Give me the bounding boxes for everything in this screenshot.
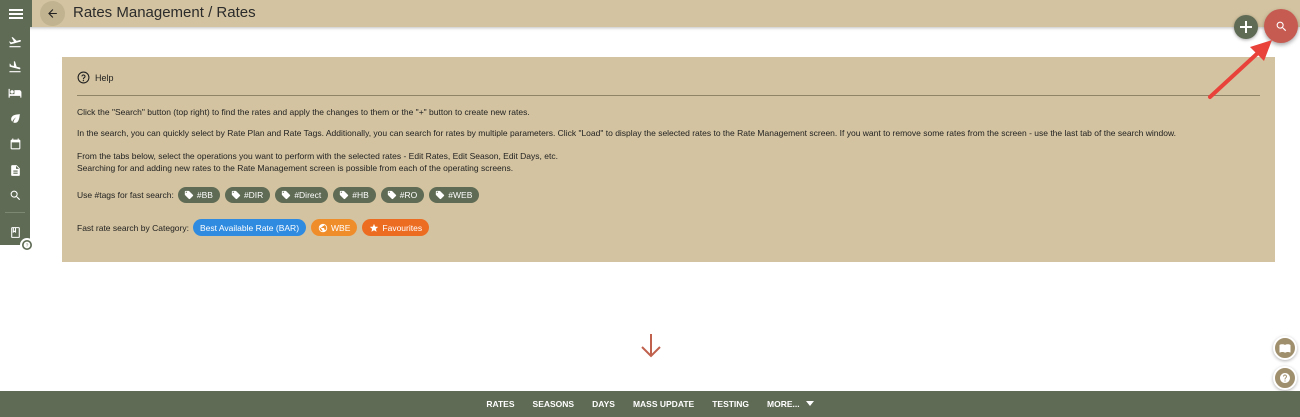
tag-chip-web[interactable]: #WEB: [429, 187, 480, 203]
tag-icon: [387, 190, 396, 200]
book-icon: [10, 226, 20, 238]
tag-chip-label: #RO: [399, 190, 418, 200]
hotel-bed-icon: [8, 88, 22, 98]
tag-chip-label: #WEB: [448, 190, 473, 200]
category-label: Fast rate search by Category:: [77, 222, 189, 233]
flight-landing-icon: [9, 61, 21, 73]
back-button[interactable]: [40, 1, 65, 26]
tab-mass-update[interactable]: MASS UPDATE: [624, 399, 703, 409]
sidebar-info-badge[interactable]: ?: [20, 238, 34, 252]
category-chip-label: Best Available Rate (BAR): [199, 222, 300, 233]
category-chip-favourites[interactable]: Favourites: [362, 219, 430, 236]
document-icon: [10, 164, 20, 176]
help-paragraph-2: In the search, you can quickly select by…: [77, 128, 1177, 138]
globe-icon: [318, 223, 328, 232]
help-circle-icon: [77, 71, 90, 84]
leaf-icon: [10, 113, 20, 123]
sidebar-item-documents[interactable]: [4, 159, 26, 181]
book-open-icon: [1279, 344, 1291, 353]
category-chip-label: Favourites: [382, 222, 423, 233]
sidebar-divider: [5, 212, 25, 213]
hamburger-menu-button[interactable]: [0, 0, 32, 27]
help-paragraph-3-line-2: Searching for and adding new rates to th…: [77, 163, 514, 173]
tags-row: Use #tags for fast search: #BB #DIR #Dir…: [77, 187, 484, 203]
bottom-nav: RATES SEASONS DAYS MASS UPDATE TESTING M…: [0, 391, 1300, 417]
help-small-icon: ?: [23, 241, 31, 249]
category-chip-label: WBE: [331, 222, 351, 233]
guide-button[interactable]: [1273, 336, 1297, 360]
svg-text:?: ?: [26, 243, 29, 248]
down-arrow-icon: [641, 334, 661, 358]
sidebar-item-search[interactable]: [4, 184, 26, 206]
tab-seasons[interactable]: SEASONS: [524, 399, 584, 409]
help-paragraph-1: Click the "Search" button (top right) to…: [77, 107, 530, 117]
bottom-nav-tabs: RATES SEASONS DAYS MASS UPDATE TESTING M…: [477, 399, 822, 409]
sidebar: [0, 27, 30, 245]
help-button[interactable]: [1273, 366, 1297, 390]
tags-label: Use #tags for fast search:: [77, 190, 174, 200]
menu-icon: [9, 8, 23, 19]
annotation-arrow: [1208, 40, 1272, 99]
tag-icon: [231, 190, 241, 200]
tag-chip-label: #BB: [196, 190, 213, 200]
sidebar-item-calendar[interactable]: [4, 133, 26, 155]
help-icon: [1280, 373, 1290, 383]
calendar-icon: [10, 138, 20, 149]
tab-more-label: MORE...: [767, 399, 800, 409]
tag-icon: [184, 190, 194, 200]
tag-chip-label: #Direct: [294, 190, 322, 200]
help-title: Help: [95, 72, 114, 83]
category-chip-wbe[interactable]: WBE: [311, 219, 358, 236]
tag-chip-dir[interactable]: #DIR: [224, 187, 271, 203]
help-header: Help: [77, 71, 114, 84]
sidebar-item-rooms[interactable]: [4, 82, 26, 104]
plus-icon: [1240, 21, 1252, 33]
tag-chip-label: #HB: [352, 190, 369, 200]
search-icon: [1276, 21, 1286, 31]
tag-icon: [282, 190, 291, 200]
sidebar-item-arrivals[interactable]: [4, 56, 26, 78]
tab-rates[interactable]: RATES: [477, 399, 523, 409]
flight-takeoff-icon: [9, 37, 21, 48]
tag-chip-label: #DIR: [243, 190, 264, 200]
tag-chip-ro[interactable]: #RO: [380, 187, 425, 203]
arrow-back-icon: [48, 9, 57, 18]
star-icon: [370, 223, 379, 232]
caret-down-icon: [805, 401, 814, 406]
sidebar-item-eco[interactable]: [4, 107, 26, 129]
tab-testing[interactable]: TESTING: [703, 399, 758, 409]
tab-more[interactable]: MORE...: [758, 399, 823, 409]
tag-icon: [436, 190, 445, 200]
help-divider: [77, 95, 1260, 96]
search-icon: [10, 190, 20, 200]
tag-chip-direct[interactable]: #Direct: [275, 187, 329, 203]
tag-icon: [340, 190, 349, 200]
page-title: Rates Management / Rates: [73, 4, 256, 21]
help-paragraph-3-line-1: From the tabs below, select the operatio…: [77, 151, 558, 161]
tag-chip-bb[interactable]: #BB: [177, 187, 220, 203]
top-bar: Rates Management / Rates: [0, 0, 1300, 27]
category-chip-bar[interactable]: Best Available Rate (BAR): [192, 219, 307, 236]
category-row: Fast rate search by Category: Best Avail…: [77, 219, 434, 236]
tab-days[interactable]: DAYS: [583, 399, 624, 409]
tag-chip-hb[interactable]: #HB: [333, 187, 376, 203]
help-panel: Help Click the "Search" button (top righ…: [62, 57, 1275, 262]
sidebar-item-departures[interactable]: [4, 31, 26, 53]
